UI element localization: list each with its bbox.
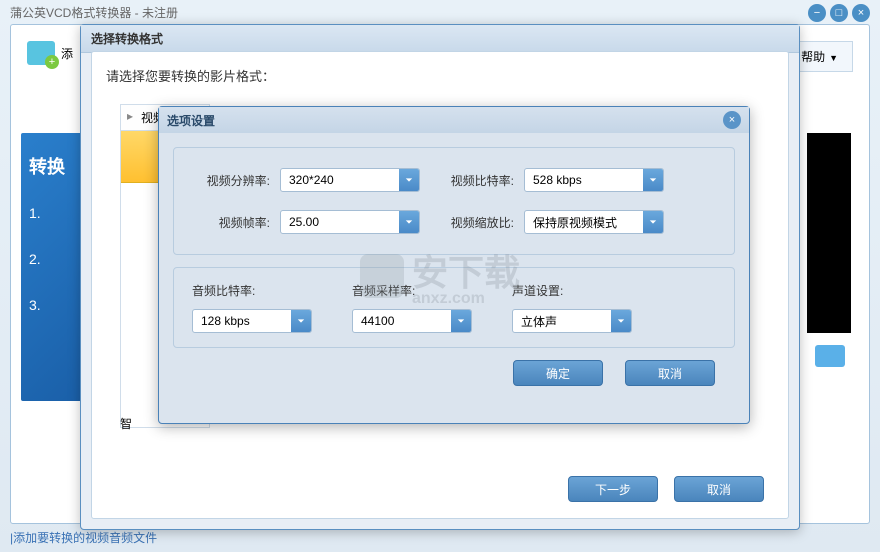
banner-step: 3. [29,297,77,313]
dialog-title: 选项设置 [167,112,215,129]
next-button[interactable]: 下一步 [568,476,658,502]
chevron-down-icon[interactable] [451,310,471,332]
chevron-down-icon[interactable] [399,211,419,233]
audio-bitrate-combo[interactable] [192,309,312,333]
video-res-input[interactable] [281,169,399,191]
video-group: 视频分辨率: 视频比特率: 视频帧率: 视频缩放 [173,147,735,255]
chevron-down-icon[interactable] [643,211,663,233]
close-icon[interactable]: × [723,111,741,129]
audio-sample-input[interactable] [353,310,451,332]
video-res-label: 视频分辨率: [192,172,280,189]
wizard-banner: 转换 1. 2. 3. [21,133,85,401]
app-title: 蒲公英VCD格式转换器 - 未注册 [10,4,178,21]
dialog-title: 选择转换格式 [81,25,799,53]
add-file-icon [27,41,55,65]
chevron-down-icon[interactable] [611,310,631,332]
video-res-combo[interactable] [280,168,420,192]
audio-channel-combo[interactable] [512,309,632,333]
video-fps-label: 视频帧率: [192,214,280,231]
chevron-down-icon: ▼ [829,53,838,63]
minimize-button[interactable]: − [808,4,826,22]
add-hint: 添 [61,45,73,62]
banner-step: 2. [29,251,77,267]
audio-channel-label: 声道设置: [512,282,672,299]
video-scale-input[interactable] [525,211,643,233]
video-fps-input[interactable] [281,211,399,233]
open-folder-button[interactable] [815,345,845,367]
video-scale-label: 视频缩放比: [450,214,524,231]
add-file-button[interactable]: 添 [19,37,81,69]
maximize-button[interactable]: □ [830,4,848,22]
smart-label: 智 [120,415,132,432]
banner-step: 1. [29,205,77,221]
cancel-button[interactable]: 取消 [625,360,715,386]
chevron-down-icon[interactable] [291,310,311,332]
audio-group: 音频比特率: 音频采样率: 声道设置: [173,267,735,348]
video-bitrate-combo[interactable] [524,168,664,192]
video-fps-combo[interactable] [280,210,420,234]
video-scale-combo[interactable] [524,210,664,234]
cancel-button[interactable]: 取消 [674,476,764,502]
audio-bitrate-input[interactable] [193,310,291,332]
video-bitrate-input[interactable] [525,169,643,191]
banner-title: 转换 [29,153,77,179]
chevron-down-icon[interactable] [399,169,419,191]
video-bitrate-label: 视频比特率: [450,172,524,189]
status-bar: |添加要转换的视频音频文件 [10,529,157,546]
options-dialog: 选项设置 × 视频分辨率: 视频比特率: 视频帧率: [158,106,750,424]
dialog-prompt: 请选择您要转换的影片格式： [106,66,774,85]
close-button[interactable]: × [852,4,870,22]
audio-channel-input[interactable] [513,310,611,332]
audio-sample-combo[interactable] [352,309,472,333]
audio-sample-label: 音频采样率: [352,282,512,299]
ok-button[interactable]: 确定 [513,360,603,386]
preview-panel [807,133,851,333]
audio-bitrate-label: 音频比特率: [192,282,352,299]
chevron-down-icon[interactable] [643,169,663,191]
